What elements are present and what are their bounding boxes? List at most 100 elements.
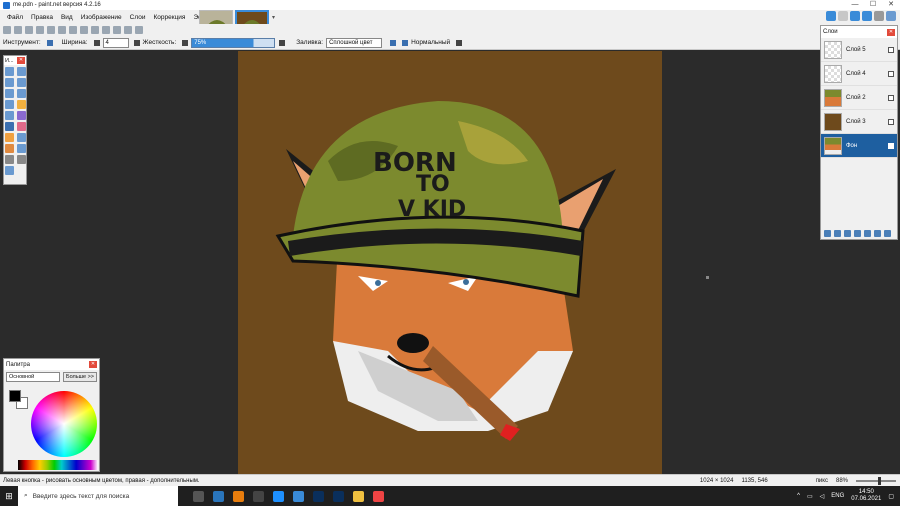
save-file-icon[interactable] bbox=[25, 26, 33, 34]
new-file-icon[interactable] bbox=[3, 26, 11, 34]
steam-icon[interactable] bbox=[213, 490, 224, 502]
print-icon[interactable] bbox=[36, 26, 44, 34]
grid-icon[interactable] bbox=[124, 26, 132, 34]
move-selected-tool-icon[interactable] bbox=[17, 78, 26, 87]
zoom-level[interactable]: 88% bbox=[836, 478, 848, 484]
maximize-button[interactable]: ☐ bbox=[864, 0, 882, 10]
redo-icon[interactable] bbox=[113, 26, 121, 34]
line-tool-icon[interactable] bbox=[17, 155, 26, 164]
gradient-tool-icon[interactable] bbox=[17, 111, 26, 120]
hardness-decrease-icon[interactable] bbox=[182, 39, 189, 46]
blend-mode-select[interactable]: Нормальный bbox=[411, 39, 450, 46]
menu-view[interactable]: Вид bbox=[57, 14, 77, 21]
history-toggle-icon[interactable] bbox=[838, 11, 848, 21]
rectangle-select-tool-icon[interactable] bbox=[5, 67, 14, 76]
antialias-toggle-icon[interactable] bbox=[456, 39, 463, 46]
paste-icon[interactable] bbox=[69, 26, 77, 34]
task-view-icon[interactable] bbox=[193, 490, 204, 502]
zoom-slider[interactable] bbox=[856, 477, 896, 485]
help-icon[interactable] bbox=[886, 11, 896, 21]
alpha-blend-icon[interactable] bbox=[402, 39, 409, 46]
network-icon[interactable]: ▭ bbox=[807, 493, 813, 500]
vegas-icon[interactable] bbox=[273, 490, 284, 502]
tools-close-icon[interactable]: ✕ bbox=[17, 57, 25, 64]
hardness-slider[interactable]: 75% bbox=[191, 37, 276, 48]
notifications-icon[interactable]: ▢ bbox=[888, 493, 894, 500]
undo-icon[interactable] bbox=[102, 26, 110, 34]
layers-close-icon[interactable]: ✕ bbox=[887, 28, 895, 36]
antialias-icon[interactable] bbox=[133, 39, 140, 46]
paint-bucket-tool-icon[interactable] bbox=[5, 111, 14, 120]
lasso-select-tool-icon[interactable] bbox=[5, 78, 14, 87]
layer-item-2[interactable]: Слой 2 bbox=[821, 86, 897, 110]
color-wheel[interactable] bbox=[31, 391, 97, 457]
close-button[interactable]: ✕ bbox=[882, 0, 900, 10]
move-layer-down-icon[interactable] bbox=[874, 230, 881, 237]
eraser-tool-icon[interactable] bbox=[17, 122, 26, 131]
brush-tool-icon[interactable] bbox=[46, 39, 53, 46]
units-select[interactable]: пикс bbox=[816, 478, 828, 484]
layer-item-5[interactable]: Слой 5 bbox=[821, 38, 897, 62]
taskbar-search[interactable]: ⌕ Введите здесь текст для поиска bbox=[18, 486, 178, 506]
layer-visibility-checkbox[interactable] bbox=[888, 70, 894, 77]
image-canvas[interactable]: BORN TO V KID bbox=[238, 51, 662, 475]
move-layer-up-icon[interactable] bbox=[864, 230, 871, 237]
minimize-button[interactable]: — bbox=[846, 0, 864, 10]
pencil-tool-icon[interactable] bbox=[5, 133, 14, 142]
volume-icon[interactable]: ◁ bbox=[820, 493, 825, 500]
language-indicator[interactable]: ENG bbox=[831, 493, 844, 499]
brush-shape-icon[interactable] bbox=[93, 39, 100, 46]
chrome-icon[interactable] bbox=[373, 490, 384, 502]
settings-gear-icon[interactable] bbox=[874, 11, 884, 21]
open-file-icon[interactable] bbox=[14, 26, 22, 34]
fill-select[interactable]: Сплошной цвет bbox=[326, 37, 383, 48]
layers-toggle-icon[interactable] bbox=[850, 11, 860, 21]
layer-visibility-checkbox[interactable] bbox=[888, 94, 894, 101]
layer-item-4[interactable]: Слой 4 bbox=[821, 62, 897, 86]
crop-icon[interactable] bbox=[80, 26, 88, 34]
layer-item-background[interactable]: Фон bbox=[821, 134, 897, 158]
layer-visibility-checkbox[interactable] bbox=[888, 46, 894, 53]
add-layer-icon[interactable] bbox=[824, 230, 831, 237]
layer-visibility-checkbox[interactable] bbox=[888, 142, 894, 149]
menu-adjustments[interactable]: Коррекция bbox=[149, 14, 189, 21]
file-explorer-icon[interactable] bbox=[353, 490, 364, 502]
recolor-tool-icon[interactable] bbox=[17, 144, 26, 153]
ellipse-select-tool-icon[interactable] bbox=[5, 89, 14, 98]
blender-icon[interactable] bbox=[233, 490, 244, 502]
menu-layers[interactable]: Слои bbox=[126, 14, 150, 21]
paintnet-taskbar-icon[interactable] bbox=[293, 490, 304, 502]
text-tool-icon[interactable] bbox=[5, 155, 14, 164]
brush-width-input[interactable]: 4 bbox=[102, 37, 129, 48]
layer-visibility-checkbox[interactable] bbox=[888, 118, 894, 125]
menu-file[interactable]: Файл bbox=[3, 14, 27, 21]
delete-layer-icon[interactable] bbox=[834, 230, 841, 237]
ruler-icon[interactable] bbox=[135, 26, 143, 34]
hardness-increase-icon[interactable] bbox=[279, 39, 286, 46]
primary-color-swatch[interactable] bbox=[9, 390, 21, 402]
palette-swatches[interactable] bbox=[18, 460, 98, 470]
tabs-overflow-chevron-icon[interactable]: ▾ bbox=[272, 14, 275, 21]
cut-icon[interactable] bbox=[47, 26, 55, 34]
windows-start-icon[interactable]: ⊞ bbox=[0, 486, 18, 506]
paintbrush-tool-icon[interactable] bbox=[5, 122, 14, 131]
tray-chevron-icon[interactable]: ^ bbox=[797, 493, 800, 499]
duplicate-layer-icon[interactable] bbox=[844, 230, 851, 237]
tools-toggle-icon[interactable] bbox=[826, 11, 836, 21]
pan-tool-icon[interactable] bbox=[17, 100, 26, 109]
copy-icon[interactable] bbox=[58, 26, 66, 34]
magic-wand-tool-icon[interactable] bbox=[5, 100, 14, 109]
clock[interactable]: 14:50 07.06.2021 bbox=[851, 489, 881, 503]
unity-icon[interactable] bbox=[253, 490, 264, 502]
merge-down-icon[interactable] bbox=[854, 230, 861, 237]
shapes-tool-icon[interactable] bbox=[5, 166, 14, 175]
layer-item-3[interactable]: Слой 3 bbox=[821, 110, 897, 134]
clone-stamp-tool-icon[interactable] bbox=[5, 144, 14, 153]
blend-mode-icon[interactable] bbox=[390, 39, 397, 46]
palette-mode-select[interactable]: Основной bbox=[6, 372, 60, 382]
palette-more-button[interactable]: Больше >> bbox=[62, 372, 97, 382]
colors-toggle-icon[interactable] bbox=[862, 11, 872, 21]
layer-properties-icon[interactable] bbox=[884, 230, 891, 237]
deselect-icon[interactable] bbox=[91, 26, 99, 34]
menu-image[interactable]: Изображение bbox=[77, 14, 126, 21]
